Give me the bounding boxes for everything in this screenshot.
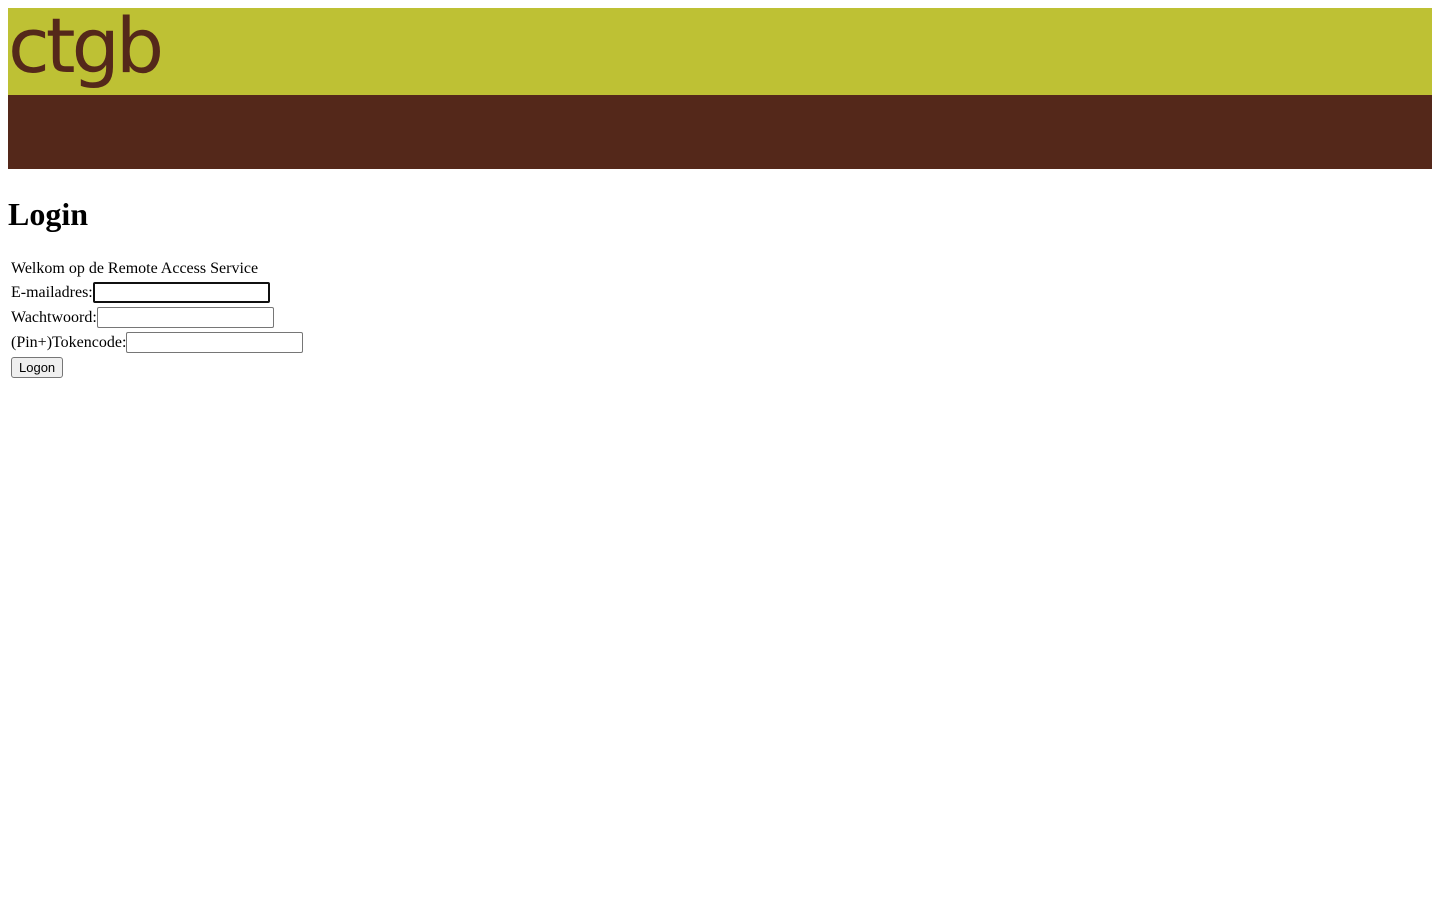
token-row: (Pin+)Tokencode: [11,330,304,355]
password-label: Wachtwoord: [11,308,97,326]
password-field[interactable] [96,307,274,328]
page: ctgb Login Welkom op de Remote Access Se… [8,1,1432,378]
email-label: E-mailadres: [11,283,93,301]
password-row: Wachtwoord: [11,305,303,330]
login-form: Welkom op de Remote Access Service E-mai… [11,257,304,378]
header-bottom-band [8,95,1432,169]
header-top-band: ctgb [8,1,1432,95]
token-label: (Pin+)Tokencode: [11,333,127,351]
welcome-row: Welkom op de Remote Access Service [11,257,303,280]
email-row: E-mailadres: [11,280,303,305]
email-field[interactable] [92,282,270,303]
welcome-text: Welkom op de Remote Access Service [11,259,259,277]
ctgb-logo: ctgb [8,1,164,90]
logon-button[interactable]: Logon [11,357,64,378]
token-field[interactable] [126,332,304,353]
page-title: Login [8,196,89,232]
